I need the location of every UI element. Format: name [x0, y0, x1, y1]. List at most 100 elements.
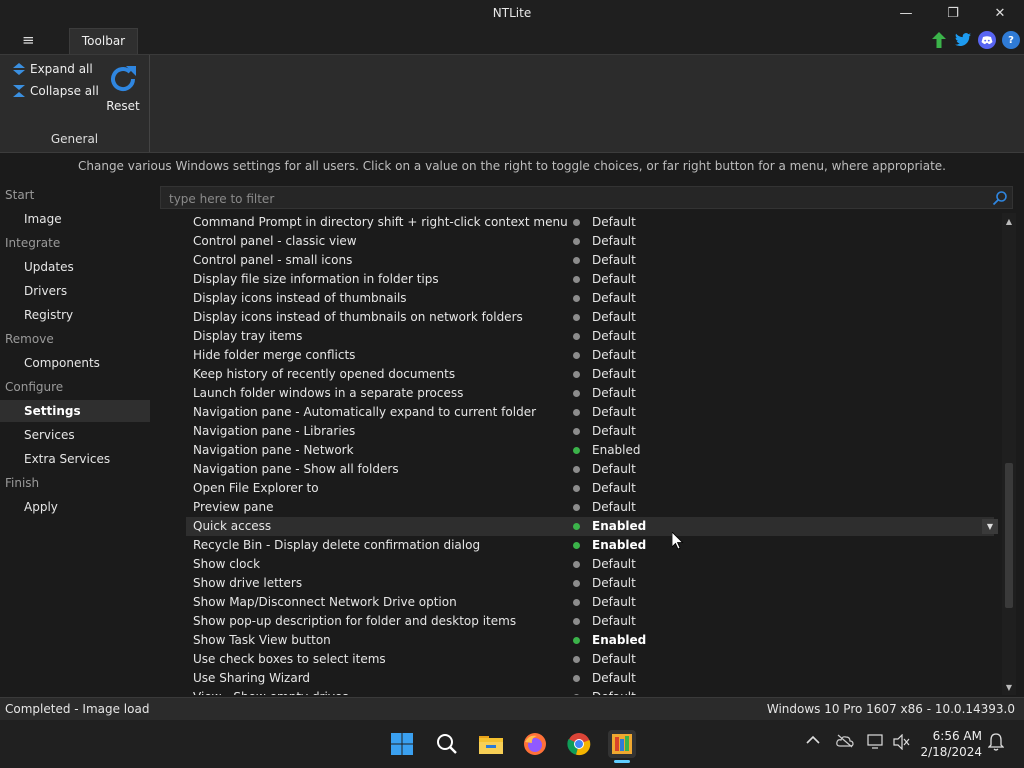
setting-row[interactable]: Display icons instead of thumbnails on n…: [186, 308, 994, 327]
setting-row[interactable]: Use check boxes to select items Default: [186, 650, 994, 669]
setting-row[interactable]: Hide folder merge conflicts Default: [186, 346, 994, 365]
minimize-button[interactable]: —: [883, 0, 929, 26]
setting-value[interactable]: Default: [592, 367, 636, 381]
setting-row[interactable]: Quick access Enabled ▼: [186, 517, 998, 536]
scrollbar-thumb[interactable]: [1005, 463, 1013, 608]
setting-value[interactable]: Enabled: [592, 538, 646, 552]
sidebar-item-apply[interactable]: Apply: [0, 496, 150, 518]
setting-row[interactable]: Navigation pane - Network Enabled: [186, 441, 994, 460]
setting-row[interactable]: Preview pane Default: [186, 498, 994, 517]
setting-row[interactable]: Show Map/Disconnect Network Drive option…: [186, 593, 994, 612]
setting-row[interactable]: Display tray items Default: [186, 327, 994, 346]
setting-value[interactable]: Default: [592, 405, 636, 419]
setting-row[interactable]: Display file size information in folder …: [186, 270, 994, 289]
setting-value[interactable]: Default: [592, 576, 636, 590]
network-icon[interactable]: [867, 734, 885, 754]
setting-row[interactable]: Navigation pane - Automatically expand t…: [186, 403, 994, 422]
setting-value[interactable]: Enabled: [592, 519, 646, 533]
sidebar-item-settings[interactable]: Settings: [0, 400, 150, 422]
firefox-icon[interactable]: [521, 730, 549, 758]
filter-input[interactable]: [167, 189, 971, 208]
setting-row[interactable]: Show drive letters Default: [186, 574, 994, 593]
restore-icon: ❐: [947, 5, 959, 21]
setting-value[interactable]: Default: [592, 215, 636, 229]
search-taskbar-icon[interactable]: [433, 730, 461, 758]
ntlite-icon[interactable]: [608, 730, 636, 758]
setting-value[interactable]: Default: [592, 253, 636, 267]
chrome-icon[interactable]: [565, 730, 593, 758]
setting-value[interactable]: Default: [592, 272, 636, 286]
volume-muted-icon[interactable]: [893, 733, 911, 754]
setting-value[interactable]: Default: [592, 462, 636, 476]
sidebar-item-extra-services[interactable]: Extra Services: [0, 448, 150, 470]
setting-value[interactable]: Default: [592, 557, 636, 571]
setting-value[interactable]: Default: [592, 329, 636, 343]
setting-value[interactable]: Default: [592, 348, 636, 362]
setting-value[interactable]: Default: [592, 234, 636, 248]
setting-value[interactable]: Default: [592, 481, 636, 495]
setting-row[interactable]: Navigation pane - Libraries Default: [186, 422, 994, 441]
tab-toolbar[interactable]: Toolbar: [69, 28, 138, 54]
system-clock[interactable]: 6:56 AM 2/18/2024: [920, 728, 982, 760]
setting-row[interactable]: Display icons instead of thumbnails Defau…: [186, 289, 994, 308]
setting-row[interactable]: Show pop-up description for folder and d…: [186, 612, 994, 631]
setting-name: Navigation pane - Automatically expand t…: [193, 405, 537, 419]
expand-all-button[interactable]: Expand all: [12, 62, 93, 76]
setting-row[interactable]: Recycle Bin - Display delete confirmatio…: [186, 536, 994, 555]
onedrive-icon[interactable]: [836, 734, 854, 752]
sidebar-item-image[interactable]: Image: [0, 208, 150, 230]
setting-row[interactable]: Keep history of recently opened document…: [186, 365, 994, 384]
file-explorer-icon[interactable]: [477, 730, 505, 758]
sidebar-item-drivers[interactable]: Drivers: [0, 280, 150, 302]
update-arrow-icon[interactable]: [930, 31, 948, 49]
setting-value[interactable]: Default: [592, 652, 636, 666]
setting-value[interactable]: Default: [592, 291, 636, 305]
restore-button[interactable]: ❐: [930, 0, 976, 26]
setting-value[interactable]: Default: [592, 424, 636, 438]
list-scrollbar[interactable]: ▲ ▼: [1002, 213, 1016, 695]
reset-button[interactable]: Reset: [103, 62, 143, 113]
sidebar-item-registry[interactable]: Registry: [0, 304, 150, 326]
filter-box[interactable]: [160, 186, 1013, 209]
setting-row[interactable]: Control panel - small icons Default: [186, 251, 994, 270]
collapse-all-button[interactable]: Collapse all: [12, 84, 99, 98]
setting-value[interactable]: Default: [592, 386, 636, 400]
status-dot-icon: [573, 504, 580, 511]
setting-row[interactable]: Show Task View button Enabled: [186, 631, 994, 650]
sidebar-item-updates[interactable]: Updates: [0, 256, 150, 278]
chevron-up-icon[interactable]: [806, 734, 820, 750]
setting-name: View - Show empty drives: [193, 690, 349, 695]
sidebar-item-components[interactable]: Components: [0, 352, 150, 374]
setting-row[interactable]: Show clock Default: [186, 555, 994, 574]
setting-row[interactable]: Navigation pane - Show all folders Defaul…: [186, 460, 994, 479]
help-icon[interactable]: ?: [1002, 31, 1020, 49]
setting-value[interactable]: Default: [592, 671, 636, 685]
setting-row[interactable]: View - Show empty drives Default: [186, 688, 994, 695]
setting-row[interactable]: Open File Explorer to Default: [186, 479, 994, 498]
twitter-icon[interactable]: [954, 31, 972, 49]
sidebar-item-services[interactable]: Services: [0, 424, 150, 446]
status-dot-icon: [573, 219, 580, 226]
setting-value[interactable]: Default: [592, 614, 636, 628]
setting-row[interactable]: Control panel - classic view Default: [186, 232, 994, 251]
setting-value[interactable]: Default: [592, 310, 636, 324]
scroll-down-icon[interactable]: ▼: [1002, 681, 1016, 695]
setting-row[interactable]: Launch folder windows in a separate proc…: [186, 384, 994, 403]
discord-icon[interactable]: [978, 31, 996, 49]
setting-name: Quick access: [193, 519, 272, 533]
scroll-up-icon[interactable]: ▲: [1002, 215, 1016, 229]
setting-value[interactable]: Default: [592, 690, 636, 695]
notification-bell-icon[interactable]: [987, 733, 1005, 755]
windows-start-icon[interactable]: [388, 730, 416, 758]
setting-row[interactable]: Command Prompt in directory shift + righ…: [186, 213, 994, 232]
setting-value[interactable]: Default: [592, 500, 636, 514]
menu-icon[interactable]: ≡: [22, 31, 35, 49]
sidebar-nav: Start Image Integrate Updates Drivers Registr…: [0, 183, 155, 697]
search-icon[interactable]: [992, 190, 1008, 206]
setting-value[interactable]: Enabled: [592, 633, 646, 647]
setting-value[interactable]: Enabled: [592, 443, 641, 457]
setting-row[interactable]: Use Sharing Wizard Default: [186, 669, 994, 688]
close-button[interactable]: ✕: [977, 0, 1023, 26]
value-menu-button[interactable]: ▼: [982, 519, 998, 534]
setting-value[interactable]: Default: [592, 595, 636, 609]
